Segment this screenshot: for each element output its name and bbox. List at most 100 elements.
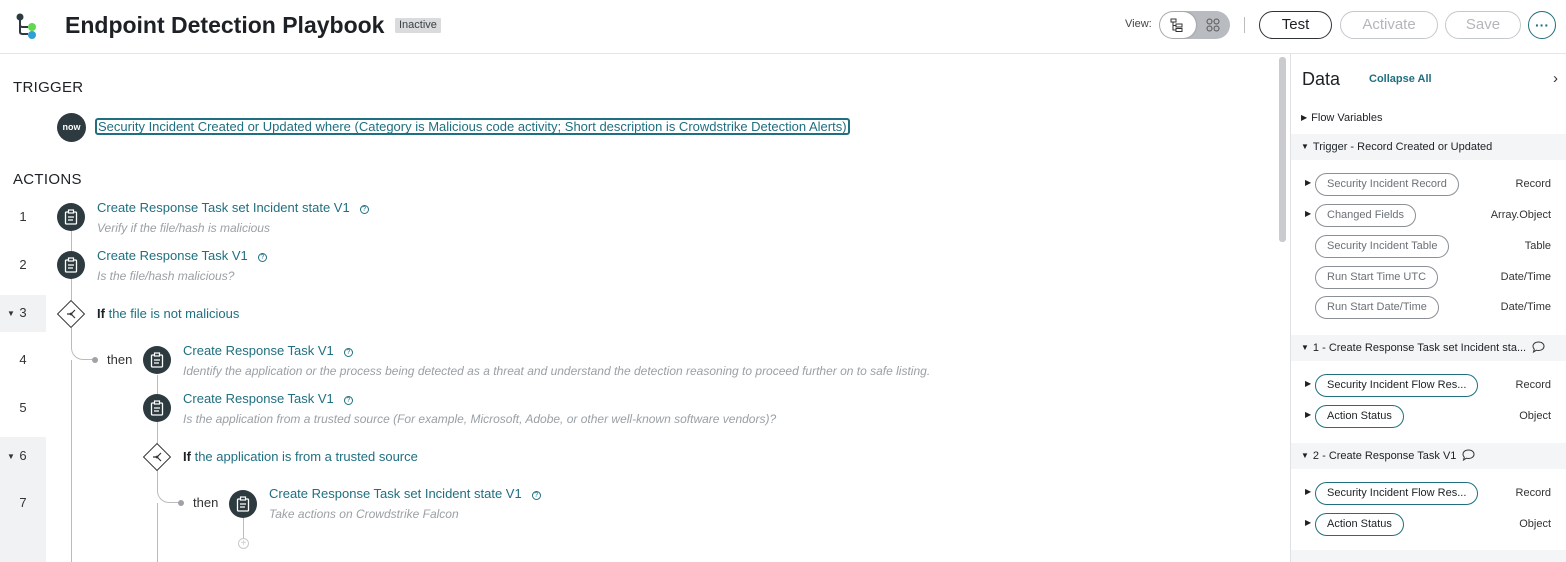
header-bar: Endpoint Detection Playbook Inactive Vie… [0,0,1566,54]
data-pill-type: Object [1519,518,1551,530]
caret-down-icon: ▼ [1301,343,1309,352]
data-pill[interactable]: Action Status [1315,405,1404,428]
then-label: then [107,352,133,367]
action-title-link[interactable]: Create Response Task V1? [183,391,353,406]
caret-right-icon[interactable]: ▶ [1305,209,1311,218]
data-panel: Data Collapse All › ▶ Flow Variables ▼ Tri… [1290,54,1566,562]
trigger-condition-link[interactable]: Security Incident Created or Updated whe… [95,118,850,135]
section-label: Flow Variables [1311,112,1383,124]
collapse-all-link[interactable]: Collapse All [1369,73,1432,85]
help-icon[interactable]: ? [531,491,541,500]
section-flow-variables[interactable]: ▶ Flow Variables [1291,105,1566,131]
caret-right-icon[interactable]: ▶ [1305,518,1311,527]
data-pill-row: ▶ Action Status Object [1291,511,1566,539]
data-pill[interactable]: Run Start Date/Time [1315,296,1439,319]
action-description: Identify the application or the process … [183,364,931,378]
data-pill-row: Run Start Time UTC Date/Time [1291,264,1566,292]
data-pill-type: Record [1515,379,1551,391]
response-task-icon [143,394,171,422]
section-step-2[interactable]: ▼ 2 - Create Response Task V1 [1291,443,1566,469]
save-button[interactable]: Save [1445,11,1521,39]
action-title: Create Response Task V1 [97,248,248,263]
header-divider [1244,17,1245,33]
data-pill-row: ▶ Changed Fields Array.Object [1291,202,1566,230]
actions-section-label: ACTIONS [13,171,82,188]
action-title-link[interactable]: Create Response Task V1? [97,248,267,263]
flow-designer-logo-icon [16,13,36,39]
section-label: 1 - Create Response Task set Incident st… [1312,342,1527,354]
if-condition[interactable]: If the application is from a trusted sou… [183,449,418,464]
action-title-link[interactable]: Create Response Task V1? [183,343,353,358]
help-icon[interactable]: ? [257,253,267,262]
flow-connector [71,328,93,360]
comment-icon[interactable] [1532,341,1545,353]
data-pill[interactable]: Changed Fields [1315,204,1417,227]
data-pill-type: Record [1515,487,1551,499]
data-pill-row: ▶ Action Status Object [1291,403,1566,431]
data-pill-type: Date/Time [1500,301,1551,313]
response-task-icon [143,346,171,374]
section-label: 2 - Create Response Task V1 [1312,450,1457,462]
action-description: Is the file/hash malicious? [97,269,235,283]
caret-right-icon[interactable]: ▶ [1305,410,1311,419]
list-view-icon [1170,18,1183,32]
more-options-button[interactable]: ··· [1528,11,1556,39]
data-pill[interactable]: Action Status [1315,513,1404,536]
section-trigger[interactable]: ▼ Trigger - Record Created or Updated [1291,134,1566,160]
flow-connector [71,360,72,562]
data-pill-row: Run Start Date/Time Date/Time [1291,294,1566,322]
help-icon[interactable]: ? [343,396,353,405]
if-condition-text: the application is from a trusted source [194,449,418,464]
action-title: Create Response Task V1 [183,343,334,358]
data-pill-row: ▶ Security Incident Record Record [1291,171,1566,199]
data-pill-type: Table [1524,240,1551,252]
caret-right-icon[interactable]: ▶ [1305,178,1311,187]
flow-connector [243,518,244,538]
action-title-link[interactable]: Create Response Task set Incident state … [269,486,541,501]
data-panel-title: Data [1302,69,1341,89]
comment-icon[interactable] [1462,449,1475,461]
branch-icon [67,309,76,319]
if-condition-text: the file is not malicious [108,306,240,321]
section-next-step[interactable] [1291,550,1566,562]
activate-button[interactable]: Activate [1340,11,1438,39]
data-pill-type: Array.Object [1490,209,1551,221]
help-icon[interactable]: ? [343,348,353,357]
data-pill[interactable]: Security Incident Flow Res... [1315,482,1479,505]
connector-dot [178,500,184,506]
action-title-link[interactable]: Create Response Task set Incident state … [97,200,369,215]
data-pill[interactable]: Security Incident Flow Res... [1315,374,1479,397]
row-number: 7 [19,495,27,510]
chevron-right-icon[interactable]: › [1553,70,1558,87]
action-description: Take actions on Crowdstrike Falcon [269,507,459,521]
test-button[interactable]: Test [1259,11,1332,39]
view-label: View: [1125,18,1152,30]
row-number: 4 [19,352,27,367]
if-condition[interactable]: If the file is not malicious [97,306,239,321]
data-pill-row: ▶ Security Incident Flow Res... Record [1291,480,1566,508]
row-number: 1 [19,209,27,224]
flow-connector [157,503,158,562]
page-title: Endpoint Detection Playbook [65,12,385,38]
section-step-1[interactable]: ▼ 1 - Create Response Task set Incident s… [1291,335,1566,361]
connector-dot [92,357,98,363]
add-step-icon[interactable]: + [238,538,249,549]
data-pill[interactable]: Run Start Time UTC [1315,266,1439,289]
data-pill-type: Object [1519,410,1551,422]
caret-down-icon: ▼ [1301,142,1309,151]
data-pill[interactable]: Security Incident Record [1315,173,1459,196]
action-title: Create Response Task V1 [183,391,334,406]
canvas-scrollbar-thumb[interactable] [1279,57,1286,242]
data-pill[interactable]: Security Incident Table [1315,235,1450,258]
if-keyword: If [183,449,191,464]
action-title: Create Response Task set Incident state … [269,486,522,501]
row-number: 2 [19,257,27,272]
caret-right-icon[interactable]: ▶ [1305,379,1311,388]
flow-connector [157,470,179,503]
help-icon[interactable]: ? [359,205,369,214]
view-toggle[interactable] [1159,11,1230,39]
servicenow-logo-icon: now [57,113,86,142]
branch-icon [153,452,162,462]
caret-right-icon[interactable]: ▶ [1305,487,1311,496]
data-pill-row: Security Incident Table Table [1291,233,1566,261]
